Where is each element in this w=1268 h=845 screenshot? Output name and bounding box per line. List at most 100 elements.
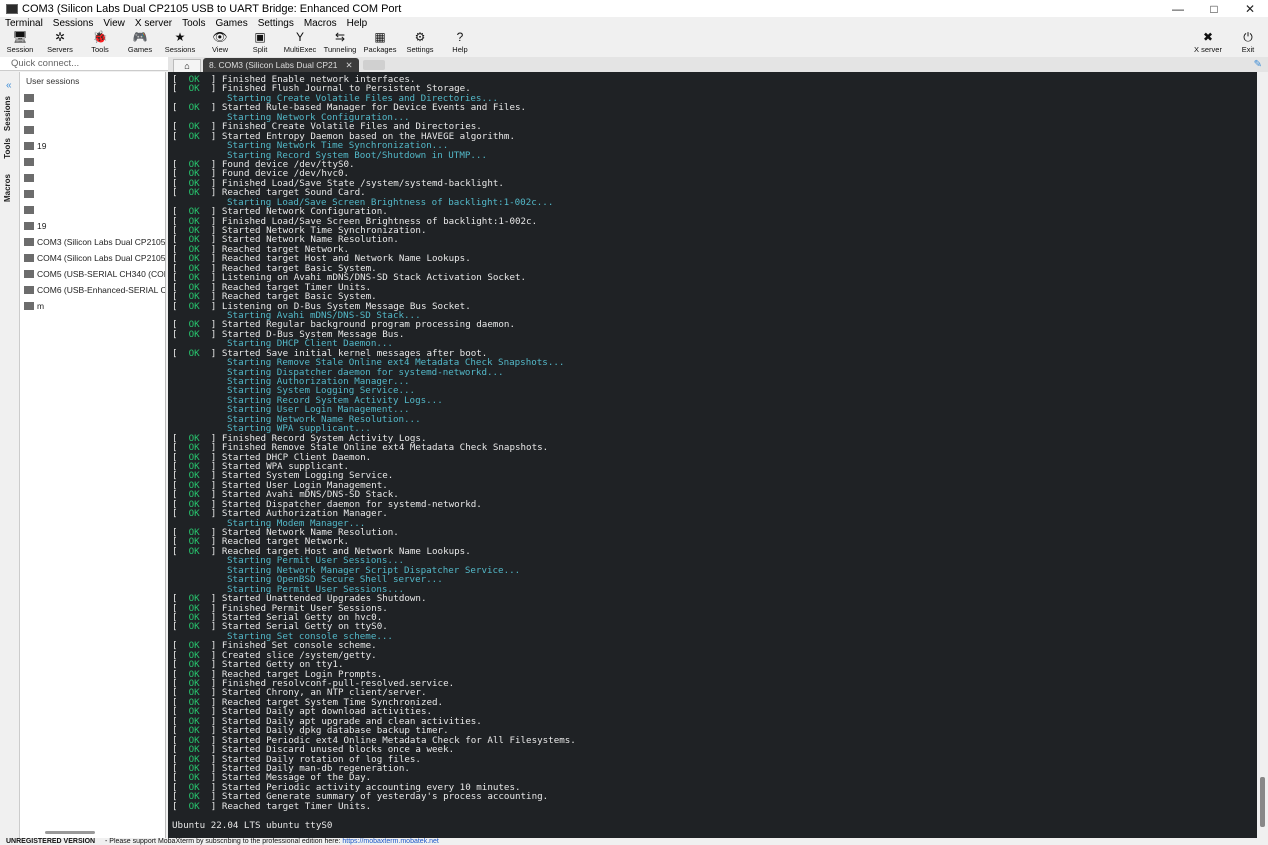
toolbar-label: Tunneling [323,45,357,54]
session-item[interactable]: COM5 (USB-SERIAL CH340 (COM6)) [20,266,165,282]
session-icon [24,126,34,134]
session-item[interactable]: 19 [20,138,165,154]
session-item[interactable] [20,122,165,138]
sessions-sidebar: User sessions 19 19 COM3 (Silicon Labs Dua… [20,72,166,838]
help-icon: ? [456,30,464,44]
terminal-output[interactable]: [ OK ] Finished Enable network interface… [168,72,1257,838]
menu-sessions[interactable]: Sessions [48,17,99,30]
new-tab-button[interactable] [362,60,385,70]
tab-com3-label: 8. COM3 (Silicon Labs Dual CP21 [209,60,338,70]
session-icon [24,270,34,278]
tunneling-icon: ⇆ [334,30,346,44]
packages-button[interactable]: ▦ Packages [360,30,400,56]
terminal-scroll-thumb[interactable] [1260,777,1265,827]
games-icon: 🎮 [132,30,148,44]
session-item[interactable] [20,202,165,218]
sessions-side-tab[interactable]: Sessions [3,96,12,131]
terminal-line: [ OK ] Reached target Timer Units. [172,800,1257,812]
ok-status: OK [188,800,200,812]
session-item[interactable] [20,186,165,202]
title-bar: COM3 (Silicon Labs Dual CP2105 USB to UA… [0,0,1268,17]
multiexec-button[interactable]: Y MultiExec [280,30,320,56]
status-bar: UNREGISTERED VERSION - Please support Mo… [0,838,1268,845]
session-label: 19 [37,141,47,151]
session-icon [24,94,34,102]
menu-view[interactable]: View [98,17,130,30]
session-icon [24,174,34,182]
tab-com3[interactable]: 8. COM3 (Silicon Labs Dual CP21 ✕ [203,58,359,72]
session-icon [24,254,34,262]
session-label: COM5 (USB-SERIAL CH340 (COM6)) [37,269,165,279]
session-item[interactable] [20,90,165,106]
window-title: COM3 (Silicon Labs Dual CP2105 USB to UA… [22,2,402,15]
quick-connect-input[interactable]: Quick connect... [0,57,168,71]
sidebar-scrollbar[interactable] [45,831,95,834]
toolbar-label: Settings [406,45,434,54]
view-button[interactable]: 👁 View [200,30,240,56]
multiexec-icon: Y [295,30,304,44]
attach-icon[interactable]: ✎ [1254,59,1262,70]
session-item[interactable] [20,170,165,186]
log-text: Reached target Timer Units. [221,800,372,812]
collapse-arrow-icon[interactable]: « [6,80,12,91]
close-button[interactable]: ✕ [1232,0,1268,17]
session-label: 19 [37,221,47,231]
menu-bar: Terminal Sessions View X server Tools Games Se… [0,17,1268,30]
split-button[interactable]: ▣ Split [240,30,280,56]
session-icon [24,142,34,150]
session-item[interactable]: COM3 (Silicon Labs Dual CP2105 USB to [20,234,165,250]
session-item[interactable]: 19 [20,218,165,234]
session-item[interactable]: m [20,298,165,314]
status-message: - Please support MobaXterm by subscribin… [103,838,343,845]
unregistered-label: UNREGISTERED VERSION [6,838,96,845]
exit-icon: ⏻ [1243,30,1253,44]
terminal-scrollbar[interactable] [1257,72,1268,838]
session-icon [24,222,34,230]
terminal-app-icon [6,3,18,14]
session-item[interactable] [20,106,165,122]
session-icon [24,158,34,166]
bracket: [ [172,800,189,812]
help-button[interactable]: ? Help [440,30,480,56]
servers-button[interactable]: ✲ Servers [40,30,80,56]
exit-button[interactable]: ⏻ Exit [1228,30,1268,56]
tab-bar: ⌂ 8. COM3 (Silicon Labs Dual CP21 ✕ [168,57,1268,72]
menu-macros[interactable]: Macros [299,17,342,30]
macros-side-tab[interactable]: Macros [3,174,12,202]
tunneling-button[interactable]: ⇆ Tunneling [320,30,360,56]
maximize-button[interactable]: □ [1196,0,1232,17]
sessions-icon: ★ [174,30,186,44]
session-icon: 🖥 [12,30,28,44]
tools-button[interactable]: 🐞 Tools [80,30,120,56]
session-icon [24,238,34,246]
tools-side-tab[interactable]: Tools [3,138,12,159]
session-item[interactable]: COM4 (Silicon Labs Dual CP2105 USB to UA… [20,250,165,266]
session-icon [24,286,34,294]
menu-settings[interactable]: Settings [253,17,299,30]
menu-tools[interactable]: Tools [177,17,210,30]
session-icon [24,110,34,118]
tab-close-icon[interactable]: ✕ [346,60,353,71]
settings-button[interactable]: ⚙ Settings [400,30,440,56]
toolbar-label: Games [127,45,153,54]
mobaxterm-link[interactable]: https://mobaxterm.mobatek.net [342,838,439,845]
games-button[interactable]: 🎮 Games [120,30,160,56]
minimize-button[interactable]: — [1160,0,1196,17]
menu-terminal[interactable]: Terminal [0,17,48,30]
session-button[interactable]: 🖥 Session [0,30,40,56]
menu-help[interactable]: Help [342,17,373,30]
menu-x-server[interactable]: X server [130,17,177,30]
session-icon [24,206,34,214]
session-label: COM4 (Silicon Labs Dual CP2105 USB to UA… [37,253,165,263]
session-icon [24,190,34,198]
session-label: COM3 (Silicon Labs Dual CP2105 USB to [37,237,165,247]
menu-games[interactable]: Games [210,17,252,30]
session-item[interactable]: COM6 (USB-Enhanced-SERIAL CH343 (C [20,282,165,298]
session-item[interactable] [20,154,165,170]
home-tab-icon[interactable]: ⌂ [173,59,201,72]
log-text: Ubuntu 22.04 LTS ubuntu ttyS0 [172,819,333,831]
x-server-button[interactable]: ✖ X server [1188,30,1228,56]
sessions-button[interactable]: ★ Sessions [160,30,200,56]
